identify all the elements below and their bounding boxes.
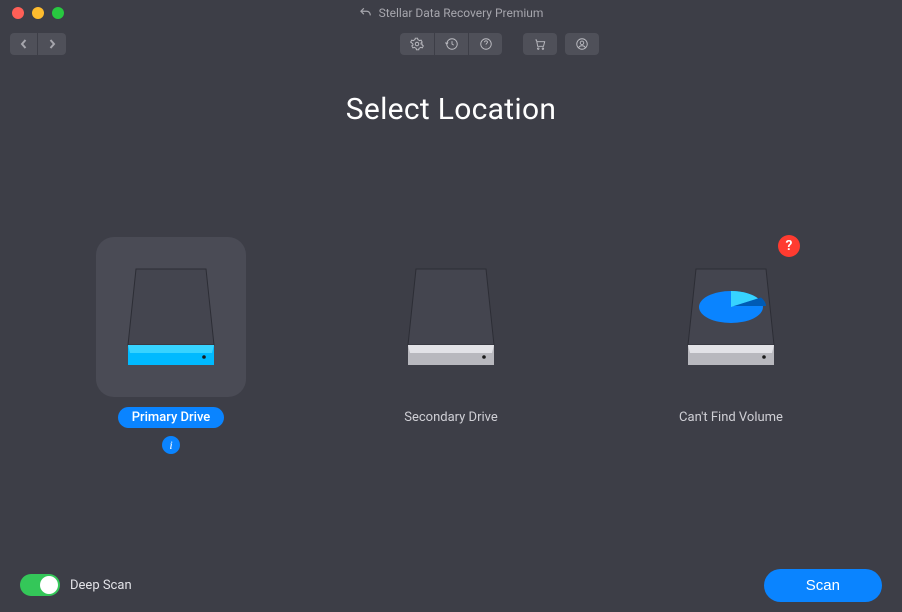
maximize-window-button[interactable] bbox=[52, 7, 64, 19]
tool-segment-main bbox=[400, 33, 502, 55]
deep-scan-toggle[interactable] bbox=[20, 574, 60, 596]
drive-primary[interactable]: Primary Drive i bbox=[91, 237, 251, 454]
main-content: Select Location Primary Drive i bbox=[0, 62, 902, 558]
center-tools bbox=[400, 33, 502, 55]
drive-unknown-box: ? bbox=[656, 237, 806, 397]
gear-icon bbox=[410, 37, 424, 51]
traffic-lights bbox=[0, 7, 64, 19]
info-button[interactable]: i bbox=[162, 436, 180, 454]
deep-scan-group: Deep Scan bbox=[20, 574, 132, 596]
page-title: Select Location bbox=[346, 92, 556, 127]
help-icon bbox=[479, 37, 493, 51]
deep-scan-label: Deep Scan bbox=[70, 578, 132, 593]
back-button[interactable] bbox=[10, 33, 38, 55]
question-badge: ? bbox=[778, 235, 800, 257]
drive-unknown[interactable]: ? Can't Find Volume bbox=[651, 237, 811, 454]
nav-group bbox=[10, 33, 66, 55]
minimize-window-button[interactable] bbox=[32, 7, 44, 19]
settings-button[interactable] bbox=[400, 33, 434, 55]
drive-secondary-box bbox=[376, 237, 526, 397]
titlebar: Stellar Data Recovery Premium bbox=[0, 0, 902, 26]
drive-primary-label: Primary Drive bbox=[118, 407, 225, 428]
drive-unknown-label: Can't Find Volume bbox=[665, 407, 797, 428]
drive-icon bbox=[116, 257, 226, 377]
window-title-text: Stellar Data Recovery Premium bbox=[379, 6, 544, 20]
close-window-button[interactable] bbox=[12, 7, 24, 19]
cart-button[interactable] bbox=[523, 33, 557, 55]
drive-pie-icon bbox=[676, 257, 786, 377]
forward-button[interactable] bbox=[38, 33, 66, 55]
user-icon bbox=[575, 37, 589, 51]
drive-secondary[interactable]: Secondary Drive bbox=[371, 237, 531, 454]
drive-secondary-label: Secondary Drive bbox=[390, 407, 512, 428]
footer: Deep Scan Scan bbox=[0, 558, 902, 612]
cart-icon bbox=[533, 37, 547, 51]
chevron-left-icon bbox=[19, 39, 29, 49]
drive-icon bbox=[396, 257, 506, 377]
history-icon bbox=[445, 37, 459, 51]
scan-button[interactable]: Scan bbox=[764, 569, 882, 602]
account-button[interactable] bbox=[565, 33, 599, 55]
toggle-knob bbox=[40, 576, 58, 594]
undo-icon bbox=[359, 6, 373, 20]
right-tools bbox=[523, 33, 599, 55]
chevron-right-icon bbox=[47, 39, 57, 49]
toolbar bbox=[0, 26, 902, 62]
drives-row: Primary Drive i Secondary Drive bbox=[91, 237, 811, 454]
drive-primary-box bbox=[96, 237, 246, 397]
history-button[interactable] bbox=[434, 33, 468, 55]
window-title: Stellar Data Recovery Premium bbox=[359, 6, 544, 20]
help-button[interactable] bbox=[468, 33, 502, 55]
